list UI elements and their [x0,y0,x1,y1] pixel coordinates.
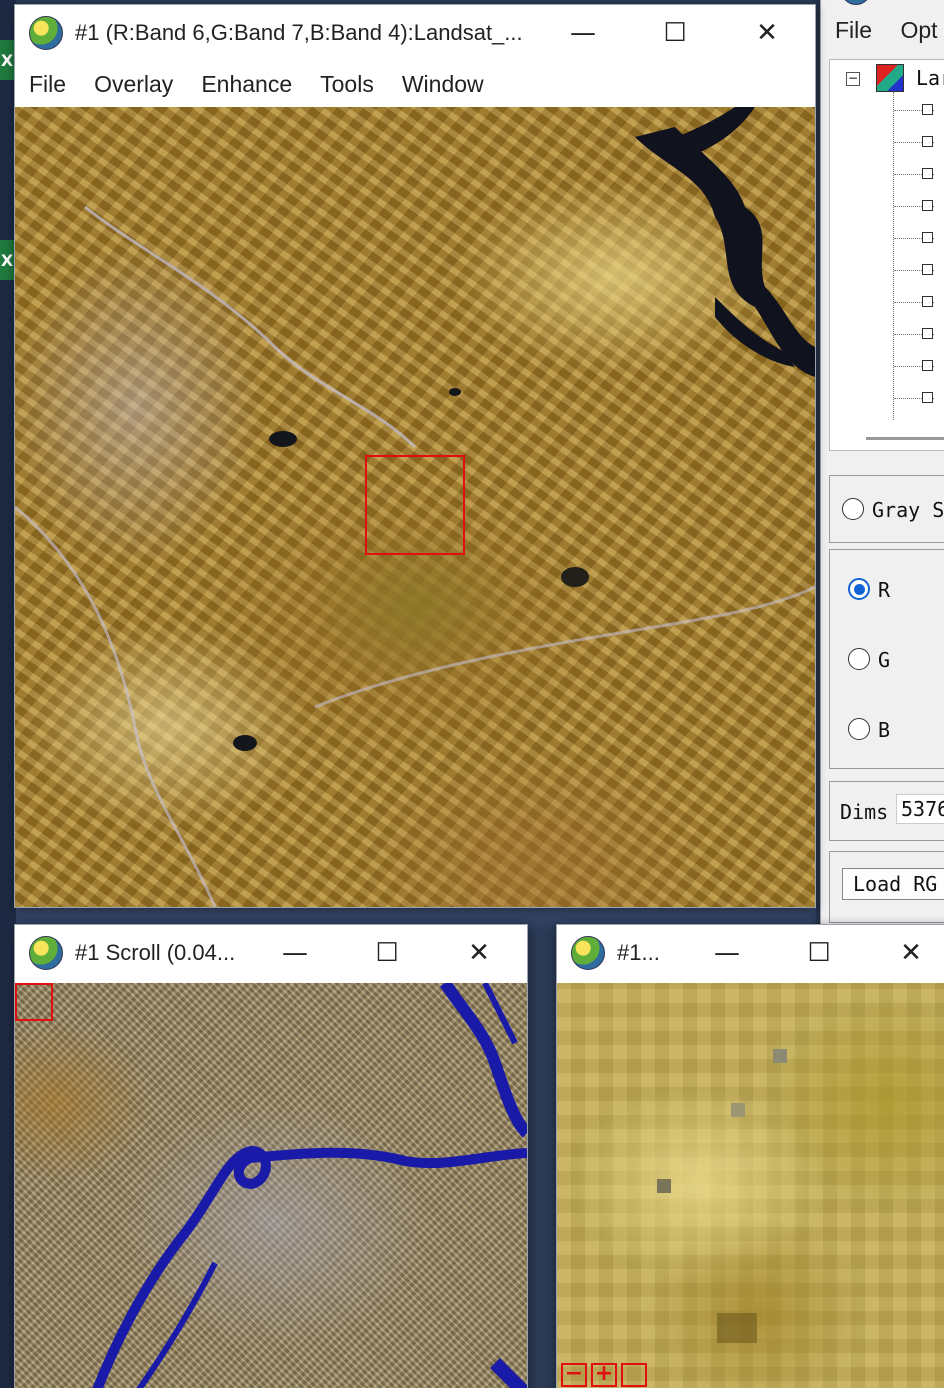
load-rgb-button[interactable]: Load RG [842,868,944,900]
minimize-button[interactable]: — [249,925,341,981]
zoom-in-button[interactable]: + [591,1363,617,1387]
river-overlay [92,983,527,1388]
menu-window[interactable]: Window [402,71,484,98]
band-leaf-icon[interactable] [922,200,933,211]
excel-shortcut-icon[interactable]: X [0,40,14,80]
dims-label: Dims [840,800,889,824]
excel-shortcut-icon-2[interactable]: X [0,240,14,280]
satellite-image-view[interactable] [15,107,815,907]
zoom-window: #1... — ☐ ✕ − + [556,924,944,1388]
app-logo-icon [571,936,605,970]
minimize-button[interactable]: — [537,5,629,61]
g-channel-label: G [878,648,891,672]
band-leaf-icon[interactable] [922,104,933,115]
image-window-menubar: File Overlay Enhance Tools Window [15,61,815,107]
menu-options[interactable]: Opt [900,17,937,43]
gray-scale-group: Gray S [829,475,944,543]
image-window-title: #1 (R:Band 6,G:Band 7,B:Band 4):Landsat_… [75,20,523,45]
load-group: Load RG [829,851,944,923]
menu-overlay[interactable]: Overlay [94,71,173,98]
close-button[interactable]: ✕ [721,5,813,61]
menu-file[interactable]: File [29,71,66,98]
band-tree[interactable]: − Lar [829,59,944,451]
maximize-button[interactable]: ☐ [341,925,433,981]
b-channel-label: B [878,718,891,742]
app-logo-icon [29,16,63,50]
maximize-button[interactable]: ☐ [629,5,721,61]
menu-tools[interactable]: Tools [320,71,374,98]
available-bands-list-window: File Opt − Lar Gray S R G B Dims 5376 Lo… [820,0,944,934]
zoom-toggle-button[interactable] [621,1363,647,1387]
zoom-region-box[interactable] [365,455,465,555]
band-leaf-icon[interactable] [922,328,933,339]
scroll-window: #1 Scroll (0.04... — ☐ ✕ [14,924,528,1388]
close-button[interactable]: ✕ [433,925,525,981]
image-window-titlebar[interactable]: #1 (R:Band 6,G:Band 7,B:Band 4):Landsat_… [15,5,815,61]
band-leaf-icon[interactable] [922,232,933,243]
pixel-block [657,1179,671,1193]
minimize-button[interactable]: — [681,925,773,981]
scroll-window-title: #1 Scroll (0.04... [75,940,236,965]
close-button[interactable]: ✕ [865,925,944,981]
dims-value: 5376 [896,794,944,824]
g-channel-radio[interactable] [848,648,870,670]
pixel-block [773,1049,787,1063]
gray-scale-label: Gray S [872,498,944,522]
app-logo-icon [29,936,63,970]
r-channel-radio[interactable] [848,578,870,600]
band-leaf-icon[interactable] [922,136,933,147]
zoom-out-button[interactable]: − [561,1363,587,1387]
pixel-block [717,1313,757,1343]
scroll-overview-image[interactable] [15,983,527,1388]
band-leaf-icon[interactable] [922,360,933,371]
zoom-window-titlebar[interactable]: #1... — ☐ ✕ [557,925,944,981]
b-channel-radio[interactable] [848,718,870,740]
band-leaf-icon[interactable] [922,264,933,275]
gray-scale-radio[interactable] [842,498,864,520]
zoom-window-title: #1... [617,940,660,965]
app-logo-icon [841,0,871,5]
pixel-block [731,1103,745,1117]
menu-file[interactable]: File [835,17,872,43]
tree-collapse-toggle[interactable]: − [846,72,860,86]
zoomed-pixel-image[interactable]: − + [557,983,944,1388]
band-leaf-icon[interactable] [922,168,933,179]
r-channel-label: R [878,578,891,602]
band-list-menubar: File Opt [835,17,938,44]
dims-group: Dims 5376 [829,781,944,841]
tree-root-label[interactable]: Lar [916,66,944,90]
scroll-window-titlebar[interactable]: #1 Scroll (0.04... — ☐ ✕ [15,925,527,981]
view-extent-box[interactable] [15,983,53,1021]
maximize-button[interactable]: ☐ [773,925,865,981]
image-display-window: #1 (R:Band 6,G:Band 7,B:Band 4):Landsat_… [14,4,816,908]
tree-horizontal-scrollbar[interactable] [866,437,944,440]
rgb-group: R G B [829,549,944,769]
menu-enhance[interactable]: Enhance [201,71,292,98]
band-leaf-icon[interactable] [922,392,933,403]
raster-file-icon [876,64,904,92]
band-leaf-icon[interactable] [922,296,933,307]
